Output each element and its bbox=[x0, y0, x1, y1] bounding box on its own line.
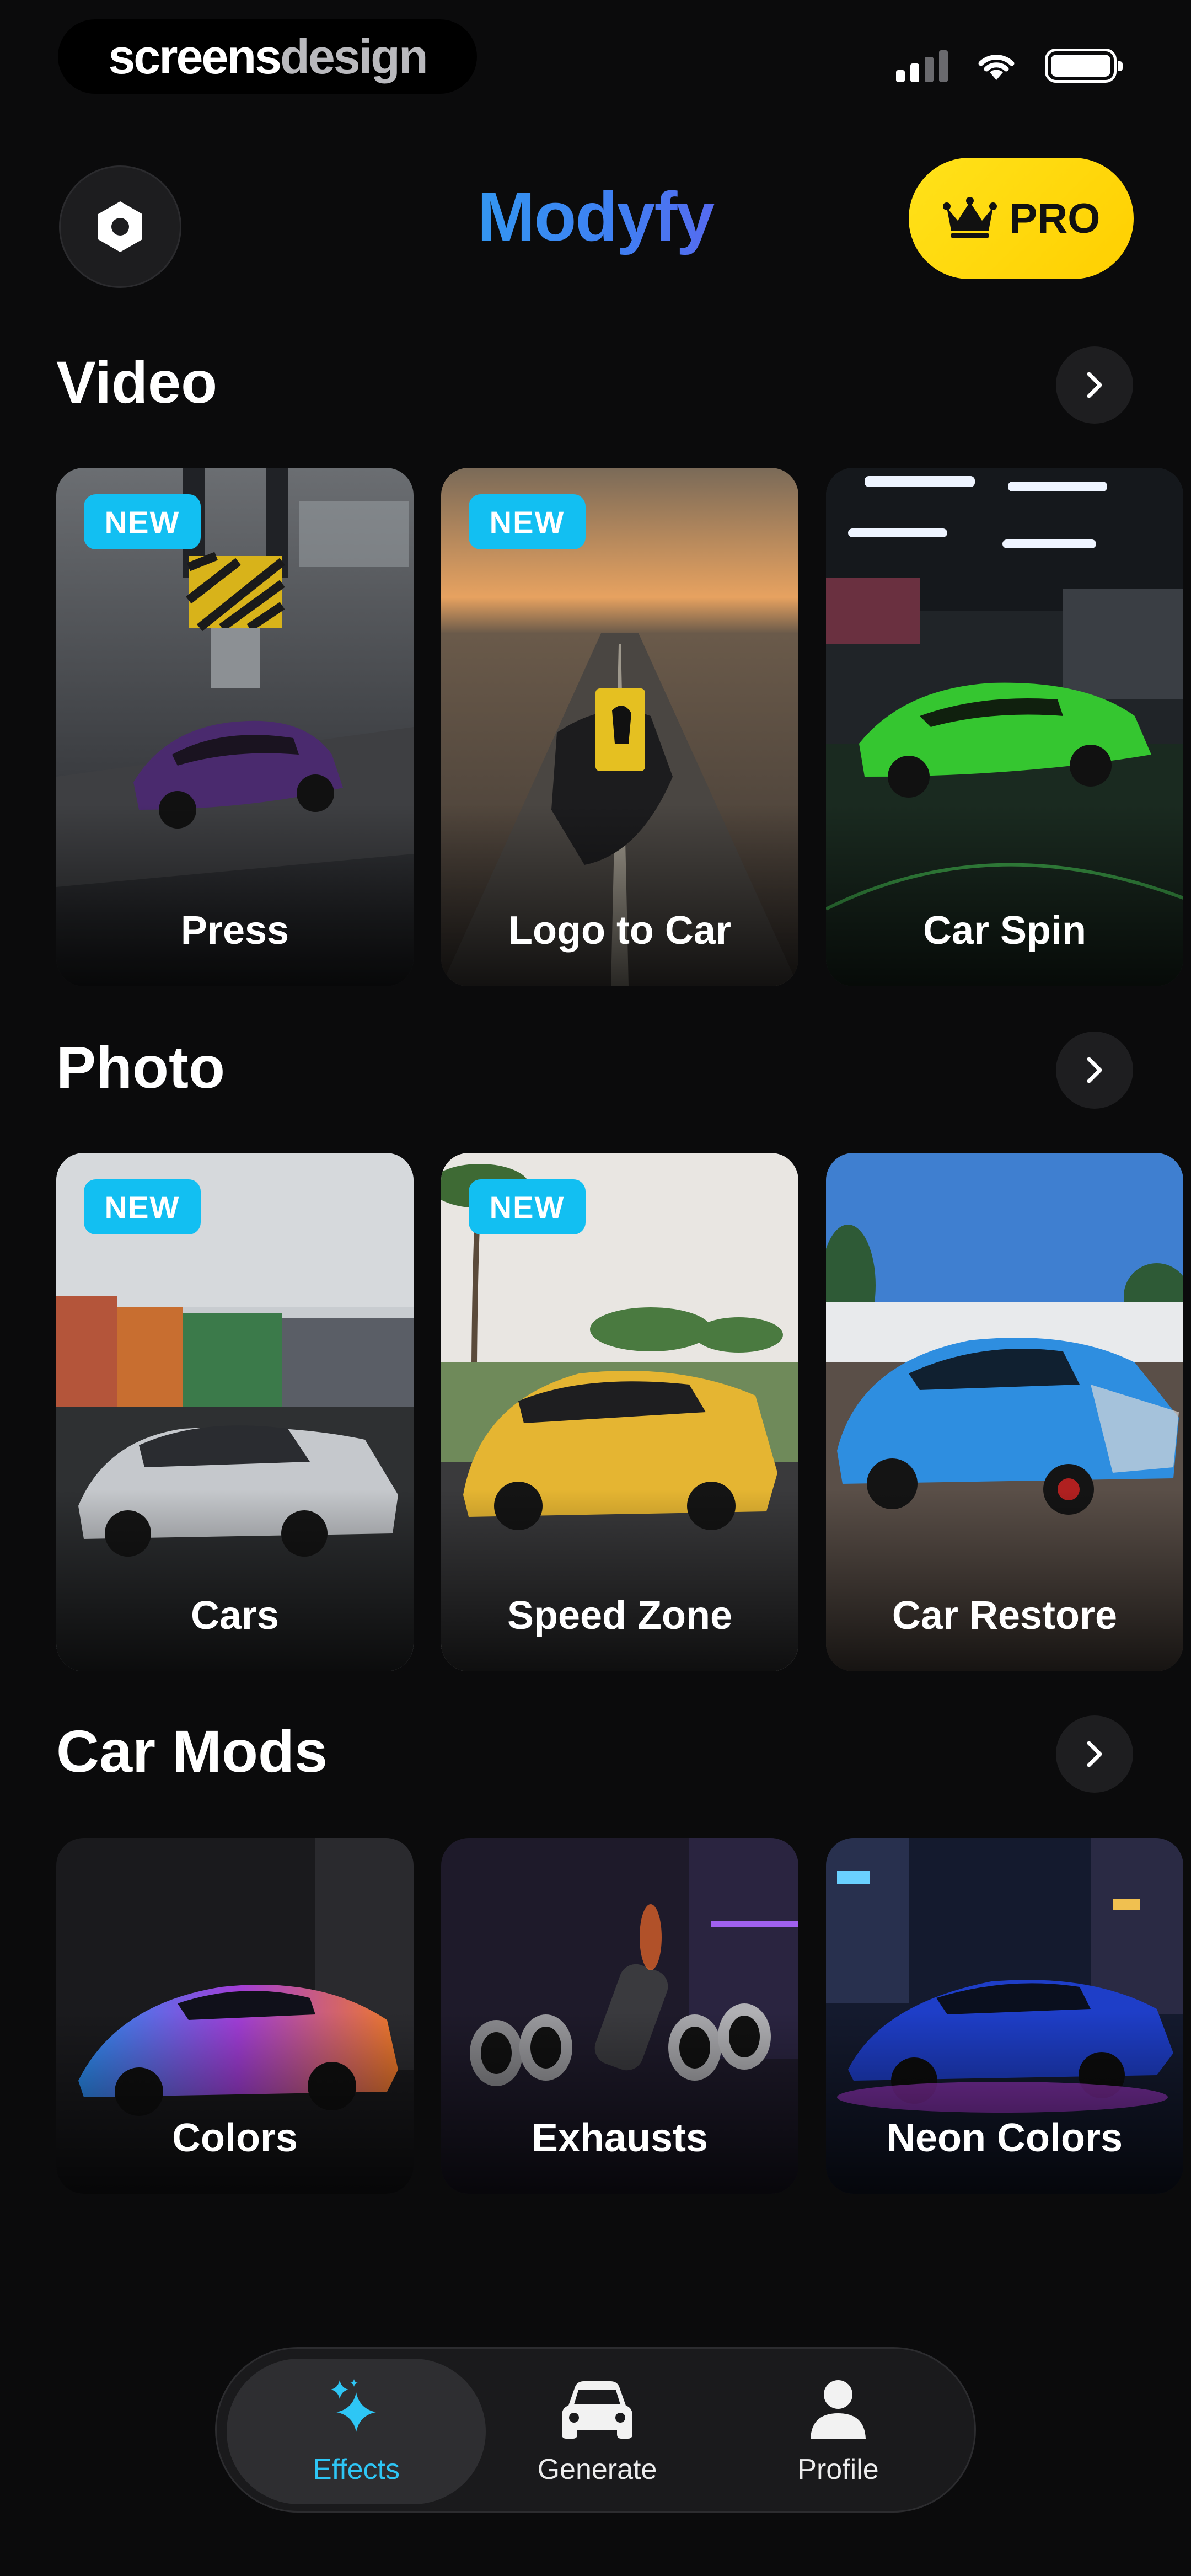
effect-card-exhausts[interactable]: Exhausts bbox=[441, 1838, 798, 2194]
effect-card-colors[interactable]: Colors bbox=[56, 1838, 414, 2194]
sparkles-icon bbox=[331, 2379, 376, 2432]
person-icon bbox=[811, 2380, 866, 2439]
status-icons bbox=[896, 49, 1123, 83]
effect-card-car-spin[interactable]: Car Spin bbox=[826, 468, 1183, 986]
app-title: Modyfy bbox=[375, 177, 816, 256]
effect-card-logo-to-car[interactable]: NEW Logo to Car bbox=[441, 468, 798, 986]
status-bar: screens design bbox=[0, 0, 1191, 110]
chevron-right-icon bbox=[1087, 1057, 1102, 1083]
brand-part2: design bbox=[280, 29, 428, 84]
effect-card-press[interactable]: NEW Press bbox=[56, 468, 414, 986]
section-title-car-mods: Car Mods bbox=[56, 1718, 328, 1784]
gear-icon bbox=[98, 201, 142, 252]
cellular-signal-icon bbox=[896, 49, 948, 82]
screensdesign-watermark: screens design bbox=[58, 19, 477, 94]
effect-card-speed-zone[interactable]: NEW Speed Zone bbox=[441, 1153, 798, 1671]
card-label: Exhausts bbox=[531, 2116, 709, 2160]
card-label: Neon Colors bbox=[886, 2116, 1123, 2160]
brand-part1: screens bbox=[108, 29, 282, 84]
effect-card-cars[interactable]: NEW Cars bbox=[56, 1153, 414, 1671]
video-card-row: NEW Press NEW Logo to Car Car Spin bbox=[56, 468, 1191, 986]
effect-card-car-restore[interactable]: Car Restore bbox=[826, 1153, 1183, 1671]
tab-label: Generate bbox=[537, 2454, 657, 2486]
tab-effects[interactable]: Effects bbox=[227, 2359, 486, 2504]
video-see-all-button[interactable] bbox=[1056, 346, 1133, 424]
section-title-video: Video bbox=[56, 349, 218, 415]
car-mods-card-row: Colors Exhausts Neon Colors bbox=[56, 1838, 1191, 2194]
tab-generate[interactable]: Generate bbox=[468, 2359, 727, 2504]
chevron-right-icon bbox=[1087, 372, 1102, 398]
photo-card-row: NEW Cars NEW Speed Zone Car Restore bbox=[56, 1153, 1191, 1671]
card-label: Cars bbox=[190, 1594, 280, 1638]
photo-see-all-button[interactable] bbox=[1056, 1032, 1133, 1109]
new-badge: NEW bbox=[84, 1179, 201, 1234]
battery-icon bbox=[1045, 49, 1123, 83]
crown-icon bbox=[942, 197, 997, 238]
card-label: Colors bbox=[171, 2116, 298, 2160]
car-icon bbox=[562, 2381, 632, 2439]
car-mods-see-all-button[interactable] bbox=[1056, 1715, 1133, 1793]
chevron-right-icon bbox=[1087, 1741, 1102, 1767]
pro-label: PRO bbox=[1009, 195, 1101, 242]
tab-label: Profile bbox=[797, 2454, 879, 2486]
card-label: Press bbox=[180, 908, 289, 953]
new-badge: NEW bbox=[469, 1179, 586, 1234]
new-badge: NEW bbox=[84, 494, 201, 549]
new-badge: NEW bbox=[469, 494, 586, 549]
pro-upgrade-button[interactable]: PRO bbox=[909, 158, 1134, 279]
card-label: Speed Zone bbox=[507, 1594, 733, 1638]
card-label: Logo to Car bbox=[508, 908, 731, 953]
settings-button[interactable] bbox=[59, 165, 181, 288]
section-title-photo: Photo bbox=[56, 1034, 225, 1100]
bottom-tab-bar: Effects Generate Profile bbox=[215, 2347, 976, 2513]
card-label: Car Spin bbox=[922, 908, 1087, 953]
wifi-icon bbox=[978, 55, 1015, 80]
tab-profile[interactable]: Profile bbox=[709, 2359, 968, 2504]
card-label: Car Restore bbox=[892, 1594, 1118, 1638]
tab-label: Effects bbox=[312, 2454, 400, 2486]
effect-card-neon-colors[interactable]: Neon Colors bbox=[826, 1838, 1183, 2194]
